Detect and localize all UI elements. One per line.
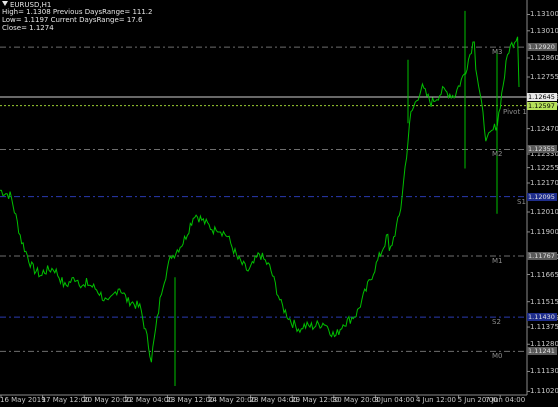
price-tick-label: 1.12755	[530, 73, 558, 81]
time-tick-label: 4 Jun 12:00	[416, 396, 457, 404]
dropdown-triangle-icon[interactable]	[2, 1, 8, 6]
price-tag: 1.12920	[527, 43, 557, 52]
stats-line-1: High= 1.1308 Previous DaysRange= 111.2	[2, 8, 153, 16]
price-tag: 1.11767	[527, 252, 557, 261]
level-label: M1	[492, 257, 503, 266]
price-tag: 1.11430	[527, 313, 557, 322]
price-tick-label: 1.12860	[530, 53, 558, 62]
price-tick-label: 1.13100	[530, 10, 558, 19]
level-label: M3	[492, 48, 503, 57]
level-label: M0	[492, 352, 503, 361]
price-tick-label: 1.11900	[530, 227, 558, 236]
level-label: S2	[492, 318, 501, 327]
price-tick-label: 1.12010	[530, 207, 558, 216]
price-tick-label: 1.12255	[530, 163, 558, 172]
price-tick-label: 1.13010	[530, 26, 558, 35]
price-tag: 1.12645	[527, 92, 557, 101]
time-tick-label: 7 Jun 04:00	[485, 396, 526, 404]
price-tick-label: 1.11375	[530, 323, 558, 332]
price-chart[interactable]	[0, 0, 558, 407]
price-tag: 1.11241	[527, 347, 557, 356]
level-label: S1	[517, 197, 526, 206]
level-label: Pivot 1	[503, 107, 527, 116]
price-tag: 1.12095	[527, 192, 557, 201]
price-line	[0, 36, 520, 363]
price-tick-label: 1.11130	[530, 367, 558, 376]
price-tick-label: 1.12170	[530, 179, 558, 187]
price-tick-label: 1.11665	[530, 270, 558, 279]
horizontal-lines	[0, 46, 527, 352]
time-tick-label: 16 May 2019	[0, 396, 46, 404]
price-series	[0, 10, 520, 386]
price-tick-label: 1.12470	[530, 124, 558, 133]
price-tag: 1.12597	[527, 101, 557, 110]
time-tick-label: 3 Jun 04:00	[374, 396, 415, 404]
stats-line-2: Low= 1.1197 Current DaysRange= 17.6	[2, 16, 143, 24]
price-tag: 1.12355	[527, 145, 557, 154]
price-tick-label: 1.11020	[530, 387, 558, 396]
level-label: M2	[492, 150, 503, 159]
price-tick-label: 1.11515	[530, 297, 558, 306]
stats-line-3: Close= 1.1274	[2, 24, 54, 32]
